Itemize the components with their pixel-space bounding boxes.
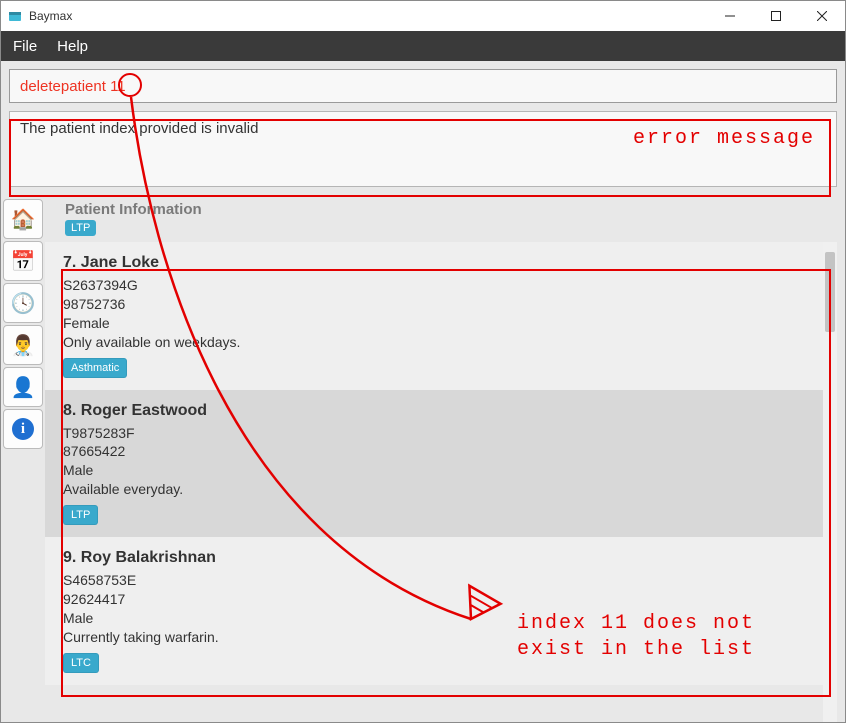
patient-tag: LTC	[63, 653, 99, 673]
patient-phone: 92624417	[63, 590, 815, 609]
window-controls	[707, 1, 845, 31]
patient-note: Available everyday.	[63, 480, 815, 499]
calendar-icon: 📅	[11, 249, 36, 274]
patient-card[interactable]: 9. Roy Balakrishnan S4658753E92624417Male…	[45, 537, 833, 685]
patient-nric: T9875283F	[63, 424, 815, 443]
patient-name: 7. Jane Loke	[63, 254, 815, 272]
patient-name: 9. Roy Balakrishnan	[63, 549, 815, 567]
menubar: File Help	[1, 31, 845, 61]
sidebar-doctor-button[interactable]: 👨‍⚕️	[3, 325, 43, 365]
scrollbar[interactable]	[823, 242, 837, 722]
command-row	[1, 61, 845, 111]
patient-tag: Asthmatic	[63, 358, 127, 378]
patient-card[interactable]: 7. Jane Loke S2637394G98752736FemaleOnly …	[45, 242, 833, 390]
maximize-button[interactable]	[753, 1, 799, 31]
scrollbar-thumb[interactable]	[825, 252, 835, 332]
sidebar-home-button[interactable]: 🏠	[3, 199, 43, 239]
command-input[interactable]	[9, 69, 837, 103]
person-clock-icon: 👤	[11, 375, 36, 400]
close-button[interactable]	[799, 1, 845, 31]
patient-list[interactable]: 7. Jane Loke S2637394G98752736FemaleOnly …	[45, 242, 837, 722]
info-icon: i	[12, 418, 34, 440]
clock24-icon: 🕓	[11, 291, 36, 316]
section-title: Patient Information	[65, 201, 827, 218]
sidebar-clock24-button[interactable]: 🕓	[3, 283, 43, 323]
main-panel: Patient Information LTP 7. Jane Loke S263…	[45, 195, 845, 722]
patient-gender: Male	[63, 609, 815, 628]
result-panel: The patient index provided is invalid	[9, 111, 837, 187]
patient-nric: S2637394G	[63, 276, 815, 295]
patient-phone: 87665422	[63, 442, 815, 461]
patient-card[interactable]: 8. Roger Eastwood T9875283F87665422MaleAv…	[45, 390, 833, 538]
section-header-tag: LTP	[65, 220, 96, 236]
titlebar: Baymax	[1, 1, 845, 31]
body-area: The patient index provided is invalid 🏠 …	[1, 61, 845, 722]
section-header: Patient Information LTP	[45, 195, 837, 238]
sidebar-info-button[interactable]: i	[3, 409, 43, 449]
patient-gender: Female	[63, 314, 815, 333]
patient-note: Currently taking warfarin.	[63, 628, 815, 647]
lower-pane: 🏠 📅 🕓 👨‍⚕️ 👤 i Patient Information LTP 7…	[1, 195, 845, 722]
patient-gender: Male	[63, 461, 815, 480]
app-icon	[7, 8, 23, 24]
window-title: Baymax	[29, 9, 72, 23]
patient-phone: 98752736	[63, 295, 815, 314]
patient-name: 8. Roger Eastwood	[63, 402, 815, 420]
patient-tag: LTP	[63, 505, 98, 525]
minimize-button[interactable]	[707, 1, 753, 31]
sidebar-calendar-button[interactable]: 📅	[3, 241, 43, 281]
menu-file[interactable]: File	[13, 38, 37, 55]
doctor-icon: 👨‍⚕️	[11, 333, 36, 358]
home-icon: 🏠	[11, 207, 36, 232]
menu-help[interactable]: Help	[57, 38, 88, 55]
app-window: Baymax File Help The patient index provi…	[0, 0, 846, 723]
sidebar-schedule-button[interactable]: 👤	[3, 367, 43, 407]
sidebar: 🏠 📅 🕓 👨‍⚕️ 👤 i	[1, 195, 45, 722]
patient-note: Only available on weekdays.	[63, 333, 815, 352]
result-message: The patient index provided is invalid	[20, 120, 258, 137]
patient-nric: S4658753E	[63, 571, 815, 590]
